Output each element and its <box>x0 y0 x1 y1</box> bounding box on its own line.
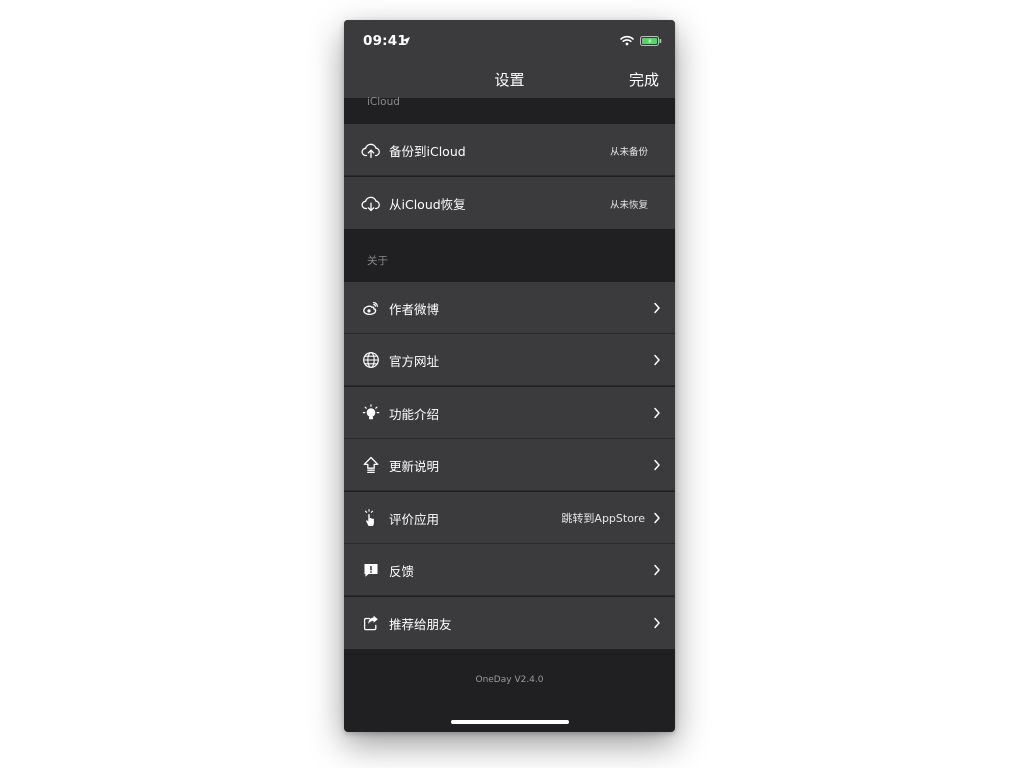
feature-intro-row[interactable]: 功能介绍 <box>344 387 675 439</box>
backup-icloud-row[interactable]: 备份到iCloud 从未备份 <box>344 124 675 176</box>
arrow-up-icon <box>361 455 381 475</box>
share-icon <box>361 613 381 633</box>
page-title: 设置 <box>494 71 525 89</box>
official-website-row[interactable]: 官方网址 <box>344 334 675 386</box>
chevron-right-icon <box>654 459 660 471</box>
release-notes-label: 更新说明 <box>389 459 440 474</box>
restore-icloud-row[interactable]: 从iCloud恢复 从未恢复 <box>344 177 675 229</box>
rate-app-row[interactable]: 评价应用 跳转到AppStore <box>344 492 675 544</box>
section-header-label: 关于 <box>367 255 388 267</box>
rate-app-detail: 跳转到AppStore <box>561 512 645 525</box>
feedback-icon <box>361 560 381 580</box>
author-weibo-row[interactable]: 作者微博 <box>344 282 675 334</box>
location-arrow-icon <box>402 37 410 45</box>
navigation-bar: 09:41 设置 完成 <box>344 20 675 98</box>
battery-icon <box>640 36 662 46</box>
done-button[interactable]: 完成 <box>629 69 659 90</box>
chevron-right-icon <box>654 407 660 419</box>
backup-status: 从未备份 <box>609 147 648 158</box>
section-header-icloud: iCloud <box>344 96 675 124</box>
chevron-right-icon <box>654 302 660 314</box>
release-notes-row[interactable]: 更新说明 <box>344 439 675 491</box>
wifi-icon <box>620 35 634 46</box>
share-app-label: 推荐给朋友 <box>389 617 452 632</box>
chevron-right-icon <box>654 354 660 366</box>
lightbulb-icon <box>361 403 381 423</box>
chevron-right-icon <box>654 617 660 629</box>
feedback-label: 反馈 <box>389 564 415 579</box>
feature-intro-label: 功能介绍 <box>389 407 440 422</box>
home-indicator[interactable] <box>451 720 569 724</box>
chevron-right-icon <box>654 512 660 524</box>
globe-icon <box>361 350 381 370</box>
official-website-label: 官方网址 <box>389 354 440 369</box>
share-app-row[interactable]: 推荐给朋友 <box>344 597 675 649</box>
cloud-download-icon <box>361 193 381 213</box>
restore-icloud-label: 从iCloud恢复 <box>389 197 466 212</box>
app-version: OneDay V2.4.0 <box>475 675 544 685</box>
section-header-label: iCloud <box>367 96 400 108</box>
restore-status: 从未恢复 <box>609 200 648 211</box>
rate-app-label: 评价应用 <box>389 512 440 527</box>
tap-hand-icon <box>361 508 381 528</box>
settings-screen: 09:41 设置 完成 iCloud 备份到iCloud 从未备份 从iClou… <box>344 20 675 732</box>
cloud-upload-icon <box>361 140 381 160</box>
chevron-right-icon <box>654 564 660 576</box>
weibo-icon <box>361 298 381 318</box>
author-weibo-label: 作者微博 <box>389 302 440 317</box>
feedback-row[interactable]: 反馈 <box>344 544 675 596</box>
section-header-about: 关于 <box>344 229 675 281</box>
backup-icloud-label: 备份到iCloud <box>389 144 466 159</box>
